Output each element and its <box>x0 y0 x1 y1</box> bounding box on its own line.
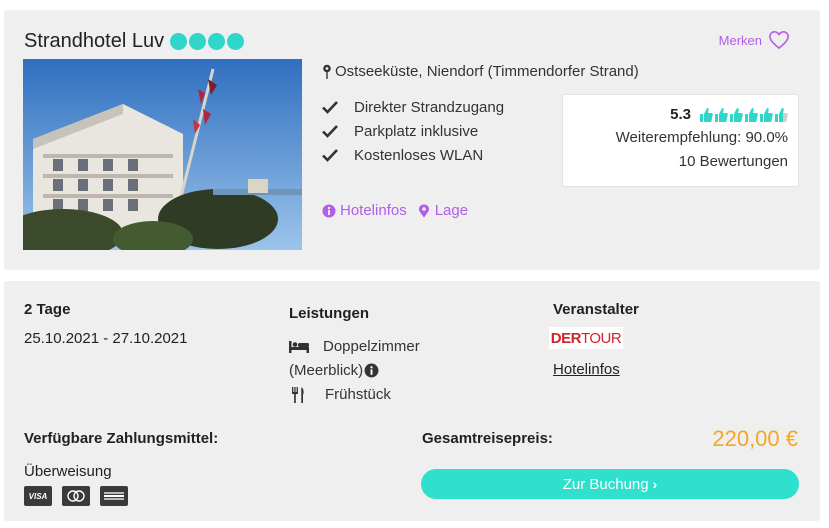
star-dot-icon <box>189 33 207 50</box>
logo-der: DER <box>550 329 582 347</box>
feature-item: Parkplatz inklusive <box>322 119 504 143</box>
review-count: 10 Bewertungen <box>678 153 788 170</box>
lage-link[interactable]: Lage <box>417 202 468 219</box>
bed-icon <box>289 341 309 353</box>
rating-box[interactable]: 5.3 Weiterempfehlung: 90.0% 10 Bewertung… <box>562 94 799 187</box>
recommendation-rate: Weiterempfehlung: 90.0% <box>615 129 788 146</box>
payment-icons: VISA <box>24 486 128 506</box>
heart-icon <box>769 30 789 50</box>
cutlery-icon <box>292 386 304 403</box>
hotel-links: Hotelinfos Lage <box>322 202 468 219</box>
star-dot-icon <box>227 33 245 50</box>
map-marker-icon <box>418 204 429 217</box>
total-label: Gesamtreisepreis: <box>422 430 553 447</box>
amex-icon <box>100 486 128 506</box>
merken-label: Merken <box>718 32 762 48</box>
book-button[interactable]: Zur Buchung › <box>421 469 799 499</box>
feature-label: Parkplatz inklusive <box>354 122 479 140</box>
rating-line: 5.3 <box>563 106 798 123</box>
dertour-logo: DER TOUR <box>549 327 623 349</box>
book-button-label: Zur Buchung <box>562 475 649 493</box>
merken-button[interactable]: Merken <box>719 30 790 50</box>
thumb-up-icon <box>730 107 743 122</box>
location: Ostseeküste, Niendorf (Timmendorfer Stra… <box>322 63 639 80</box>
visa-icon: VISA <box>24 486 52 506</box>
mastercard-icon <box>62 486 90 506</box>
star-dot-icon <box>208 33 226 50</box>
payment-method: Überweisung <box>24 463 112 480</box>
lage-label: Lage <box>434 202 469 219</box>
thumb-up-icon <box>760 107 773 122</box>
location-text: Ostseeküste, Niendorf (Timmendorfer Stra… <box>335 63 639 80</box>
rating-score: 5.3 <box>670 106 691 123</box>
star-dot-icon <box>170 33 188 50</box>
hotel-stars <box>170 33 245 50</box>
check-icon <box>322 125 338 138</box>
room-view-line: (Meerblick) <box>289 362 379 379</box>
thumb-up-icon <box>700 107 713 122</box>
check-icon <box>322 101 338 114</box>
feature-item: Direkter Strandzugang <box>322 95 504 119</box>
operator-hotelinfos-link[interactable]: Hotelinfos <box>553 361 620 378</box>
room-line: Doppelzimmer <box>289 338 420 355</box>
feature-label: Direkter Strandzugang <box>354 98 505 116</box>
hotelinfos-label: Hotelinfos <box>340 202 407 219</box>
thumb-up-icon <box>745 107 758 122</box>
info-icon[interactable] <box>364 363 379 378</box>
info-icon <box>322 204 336 217</box>
services-title: Leistungen <box>289 305 370 322</box>
feature-list: Direkter Strandzugang Parkplatz inklusiv… <box>322 95 504 167</box>
hotelinfos-link[interactable]: Hotelinfos <box>322 202 407 219</box>
chevron-right-icon: › <box>652 476 658 492</box>
operator-title: Veranstalter <box>553 301 639 318</box>
room-view: (Meerblick) <box>289 362 364 379</box>
room-type: Doppelzimmer <box>323 338 420 355</box>
hotel-title: Strandhotel Luv <box>24 30 245 53</box>
feature-label: Kostenloses WLAN <box>354 146 484 164</box>
hotel-card: Strandhotel Luv Merken Ostseeküste, Nien… <box>4 10 820 270</box>
hotel-photo[interactable] <box>23 59 302 250</box>
board-type: Frühstück <box>325 386 391 403</box>
thumb-up-icon <box>775 107 788 122</box>
payment-title: Verfügbare Zahlungsmittel: <box>24 430 219 447</box>
feature-item: Kostenloses WLAN <box>322 143 504 167</box>
thumbs-rating <box>699 107 788 123</box>
total-price: 220,00 € <box>712 426 798 451</box>
thumb-up-icon <box>715 107 728 122</box>
logo-tour: TOUR <box>580 329 622 347</box>
check-icon <box>322 149 338 162</box>
duration: 2 Tage <box>24 301 71 318</box>
hotel-name[interactable]: Strandhotel Luv <box>24 30 164 53</box>
travel-dates: 25.10.2021 - 27.10.2021 <box>24 330 188 347</box>
board-line: Frühstück <box>289 386 391 403</box>
map-pin-icon <box>323 64 331 79</box>
offer-card: 2 Tage 25.10.2021 - 27.10.2021 Leistunge… <box>4 281 820 521</box>
